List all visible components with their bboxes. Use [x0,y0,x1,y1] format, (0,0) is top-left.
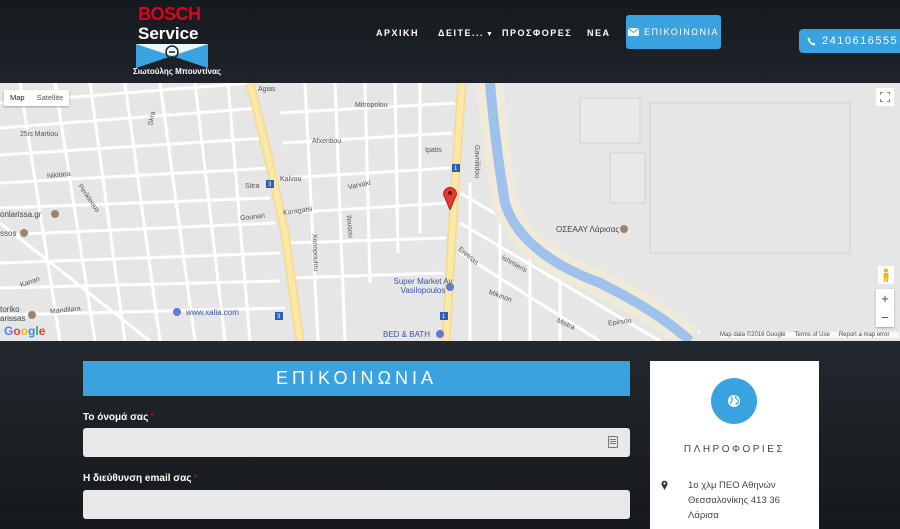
address-line: Θεσσαλονίκης 413 36 [688,495,780,506]
poi-xalia[interactable]: www.xalia.com [186,308,239,317]
site-header: BOSCH Service Σιωτούλης Μπουντίνας ΑΡΧΙΚ… [0,0,900,83]
poi-onlarissa[interactable]: onlarissa.gr [0,210,41,219]
map-attribution: Map data ©2018 Google Terms of Use Report … [720,332,899,338]
map-marker-icon[interactable] [443,186,457,210]
nav-home[interactable]: ΑΡΧΙΚΗ [376,28,419,38]
poi-oseaay[interactable]: ΟΣΕΑΑΥ Λάρισας [556,225,619,234]
bosch-service-logo[interactable]: BOSCH Service Σιωτούλης Μπουντίνας [132,4,222,78]
map-type-map[interactable]: Map [4,90,31,106]
logo-owner: Σιωτούλης Μπουντίνας [132,67,222,76]
poi-ssos[interactable]: ssos [0,229,16,238]
nav-news[interactable]: ΝΕΑ [587,28,611,38]
map-label: Xenopoulou [310,233,319,272]
map-label: Ipatis [425,147,442,154]
address-line: 1ο χλμ ΠΕΟ Αθηνών [688,480,776,491]
name-label-text: Το όνομά σας [83,412,149,423]
required-mark: * [193,473,198,484]
terms-link[interactable]: Terms of Use [794,332,829,338]
google-map[interactable]: 3 1 3 1 Agias Mitropolou Skra Afxentiou … [0,83,900,341]
address: 1ο χλμ ΠΕΟ Αθηνών Θεσσαλονίκης 413 36 Λά… [688,478,818,523]
logo-brand: BOSCH [138,4,201,24]
globe-icon [711,378,757,424]
phone-button[interactable]: 2410616555 [799,29,900,53]
nav-contact-button[interactable]: ΕΠΙΚΟΙΝΩΝΙΑ [626,15,721,49]
contact-button-label: ΕΠΙΚΟΙΝΩΝΙΑ [644,27,719,37]
map-label: Gavriilidou [473,144,481,179]
chevron-down-icon: ▼ [485,31,495,38]
logo-service: Service [138,24,199,43]
info-title: ΠΛΗΡΟΦΟΡΙΕΣ [683,444,786,455]
map-type-control: Map Satellite [4,90,70,106]
phone-icon [807,36,816,46]
pegman-icon[interactable] [878,266,894,284]
email-input[interactable] [83,490,630,519]
nav-offers[interactable]: ΠΡΟΣΦΟΡΕΣ [502,28,572,38]
map-label: Agias [258,86,276,93]
email-label: Η διεύθυνση email σας * [83,473,197,484]
location-pin-icon [661,480,668,490]
map-label: Kalvou [280,176,302,183]
envelope-icon [628,28,640,36]
zoom-out-button[interactable]: − [876,308,894,327]
email-label-text: Η διεύθυνση email σας [83,473,192,484]
map-label: Mitropolou [355,102,388,109]
map-label: Sitra [245,183,260,190]
zoom-in-button[interactable]: + [876,289,894,308]
map-type-satellite[interactable]: Satellite [31,90,70,106]
poi-supermarket[interactable]: Super Market Av Vasilopoulos [388,277,458,295]
fullscreen-icon[interactable] [876,88,894,106]
contact-card-icon [608,436,618,448]
name-input[interactable] [83,428,630,457]
poi-bed-bath[interactable]: BED & BATH [383,330,430,339]
map-label: 25is Martiou [20,131,59,138]
google-logo: Google [4,324,46,338]
nav-see-more-label: ΔΕΙΤΕ... [438,28,484,38]
logo-emblem-icon [136,44,208,68]
contact-heading: ΕΠΙΚΟΙΝΩΝΙΑ [83,361,630,396]
report-error-link[interactable]: Report a map error [839,332,890,338]
required-mark: * [150,412,155,423]
address-line: Λάρισα [688,510,719,521]
zoom-control: + − [876,289,894,327]
map-data-credit: Map data ©2018 Google [720,332,786,338]
name-label: Το όνομά σας * [83,412,154,423]
poi-toriko[interactable]: toriko arissas [0,305,32,323]
map-canvas[interactable]: 3 1 3 1 [0,83,900,341]
map-label: Afxentiou [312,138,342,145]
phone-number: 2410616555 [822,35,899,47]
nav-see-more[interactable]: ΔΕΙΤΕ... ▼ [438,28,494,38]
